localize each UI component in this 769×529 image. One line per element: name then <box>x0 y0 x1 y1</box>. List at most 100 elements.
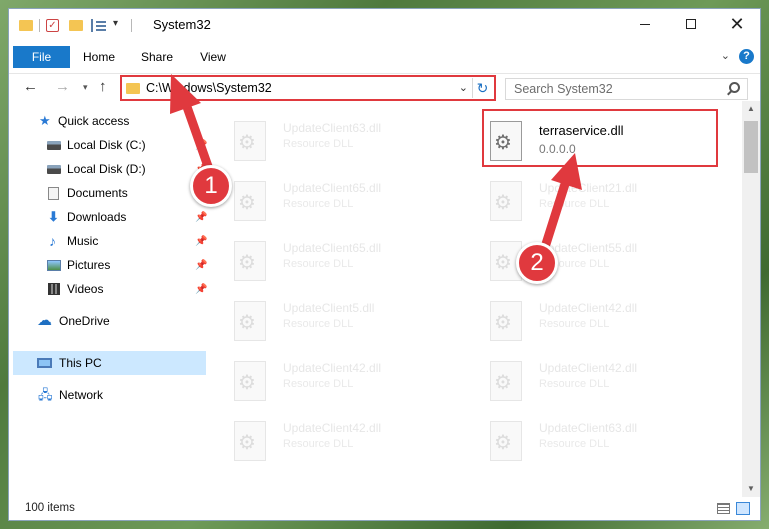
tab-share[interactable]: Share <box>135 46 179 68</box>
pictures-icon <box>47 259 61 271</box>
file-item[interactable]: UpdateClient63.dll Resource DLL <box>472 411 712 469</box>
sidebar-item-onedrive[interactable]: ☁ OneDrive <box>9 309 206 333</box>
file-item[interactable]: UpdateClient42.dll Resource DLL <box>472 351 712 409</box>
file-type: Resource DLL <box>539 318 610 330</box>
recent-locations-chevron-icon[interactable]: ▾ <box>83 82 88 93</box>
sidebar-item-quick-access[interactable]: ★ Quick access <box>9 109 206 133</box>
file-item[interactable]: UpdateClient63.dll Resource DLL <box>216 111 456 169</box>
file-item[interactable]: UpdateClient65.dll Resource DLL <box>216 231 456 289</box>
back-arrow-icon[interactable]: ← <box>23 78 38 95</box>
maximize-icon <box>686 19 696 29</box>
sidebar-item-label: Downloads <box>67 210 127 224</box>
navigation-bar: ← → ▾ ↑ C:\Windows\System32 ⌄ ↻ <box>9 73 760 101</box>
dll-file-icon <box>234 421 266 461</box>
address-bar[interactable]: C:\Windows\System32 ⌄ ↻ <box>120 75 496 101</box>
network-icon: 🖧 <box>38 387 53 402</box>
music-icon: ♪ <box>49 233 56 249</box>
file-name: UpdateClient65.dll <box>283 181 382 195</box>
sidebar-item-label: Videos <box>67 282 104 296</box>
up-arrow-icon[interactable]: ↑ <box>99 78 107 95</box>
sidebar-item-network[interactable]: 🖧 Network <box>9 383 206 407</box>
minimize-button[interactable] <box>622 9 668 39</box>
file-name: UpdateClient63.dll <box>283 121 382 135</box>
search-input[interactable] <box>514 81 724 97</box>
new-folder-icon[interactable] <box>69 20 83 31</box>
sidebar-item-local-disk-d[interactable]: Local Disk (D:) 📌 <box>9 157 207 181</box>
documents-icon <box>48 186 59 200</box>
tab-file[interactable]: File <box>13 46 70 68</box>
this-pc-icon <box>37 358 52 368</box>
refresh-icon[interactable]: ↻ <box>472 78 492 98</box>
tab-view[interactable]: View <box>191 46 235 68</box>
expand-ribbon-icon[interactable]: ⌄ <box>721 49 730 62</box>
file-type: Resource DLL <box>283 438 354 450</box>
sidebar-item-documents[interactable]: Documents 📌 <box>9 181 207 205</box>
divider <box>39 19 40 32</box>
scroll-down-arrow-icon[interactable]: ▼ <box>742 481 760 497</box>
onedrive-icon: ☁ <box>37 312 52 329</box>
forward-arrow-icon[interactable]: → <box>55 78 70 95</box>
sidebar-item-label: Network <box>59 388 104 402</box>
close-button[interactable]: ✕ <box>714 9 760 39</box>
large-icons-view-icon[interactable] <box>736 502 750 515</box>
file-item[interactable]: UpdateClient5.dll Resource DLL <box>216 291 456 349</box>
dll-file-icon <box>234 301 266 341</box>
file-item[interactable]: UpdateClient65.dll Resource DLL <box>216 171 456 229</box>
file-type: Resource DLL <box>283 258 354 270</box>
file-type: Resource DLL <box>283 198 354 210</box>
pin-icon[interactable]: 📌 <box>195 212 207 223</box>
pin-icon[interactable]: 📌 <box>195 260 207 271</box>
sidebar-item-label: Documents <box>67 186 128 200</box>
search-box[interactable] <box>505 78 748 100</box>
file-type: Resource DLL <box>283 318 354 330</box>
sidebar-item-videos[interactable]: Videos 📌 <box>9 277 207 301</box>
file-type: Resource DLL <box>539 378 610 390</box>
details-view-icon[interactable] <box>717 503 730 514</box>
scrollbar-thumb[interactable] <box>744 121 758 173</box>
divider <box>131 19 132 32</box>
file-item[interactable]: UpdateClient42.dll Resource DLL <box>216 411 456 469</box>
videos-icon <box>48 283 60 295</box>
file-item[interactable]: UpdateClient42.dll Resource DLL <box>216 351 456 409</box>
file-name: UpdateClient5.dll <box>283 301 375 315</box>
file-item[interactable]: UpdateClient55.dll Resource DLL <box>472 231 712 289</box>
minimize-icon <box>640 23 650 25</box>
sidebar-item-label: This PC <box>59 356 102 370</box>
file-explorer-window: ✓ ▾ System32 ✕ File Home Share View ⌄ ? … <box>8 8 761 521</box>
help-icon[interactable]: ? <box>739 49 754 64</box>
navigation-pane: ★ Quick access Local Disk (C:) 📌 Local D… <box>9 109 214 497</box>
pin-icon[interactable]: 📌 <box>195 140 207 151</box>
chevron-down-icon[interactable]: ▾ <box>113 18 118 29</box>
dll-file-icon <box>490 421 522 461</box>
dll-file-icon <box>234 361 266 401</box>
properties-check-icon[interactable]: ✓ <box>46 19 59 32</box>
dll-file-icon <box>234 241 266 281</box>
search-icon[interactable] <box>729 82 740 93</box>
vertical-scrollbar[interactable]: ▲ ▼ <box>742 101 760 497</box>
pin-icon[interactable]: 📌 <box>195 236 207 247</box>
tab-home[interactable]: Home <box>75 46 123 68</box>
file-name: UpdateClient63.dll <box>539 421 638 435</box>
scroll-up-arrow-icon[interactable]: ▲ <box>742 101 760 117</box>
file-item[interactable]: UpdateClient21.dll Resource DLL <box>472 171 712 229</box>
file-item[interactable]: UpdateClient42.dll Resource DLL <box>472 291 712 349</box>
maximize-button[interactable] <box>668 9 714 39</box>
address-history-chevron-icon[interactable]: ⌄ <box>459 81 468 94</box>
sidebar-item-label: OneDrive <box>59 314 110 328</box>
sidebar-item-this-pc[interactable]: This PC <box>13 351 206 375</box>
pin-icon[interactable]: 📌 <box>195 284 207 295</box>
sidebar-item-label: Quick access <box>58 114 130 128</box>
star-icon: ★ <box>39 113 51 128</box>
sidebar-item-music[interactable]: ♪ Music 📌 <box>9 229 207 253</box>
dll-file-icon <box>490 181 522 221</box>
sidebar-item-downloads[interactable]: ⬇ Downloads 📌 <box>9 205 207 229</box>
sidebar-item-local-disk-c[interactable]: Local Disk (C:) 📌 <box>9 133 207 157</box>
address-path[interactable]: C:\Windows\System32 <box>146 81 272 95</box>
disk-icon <box>47 140 61 150</box>
sidebar-item-label: Local Disk (D:) <box>67 162 146 176</box>
disk-icon <box>47 164 61 174</box>
file-name: UpdateClient21.dll <box>539 181 638 195</box>
sidebar-item-pictures[interactable]: Pictures 📌 <box>9 253 207 277</box>
dll-file-icon <box>234 121 266 161</box>
customize-icon[interactable] <box>91 19 107 32</box>
